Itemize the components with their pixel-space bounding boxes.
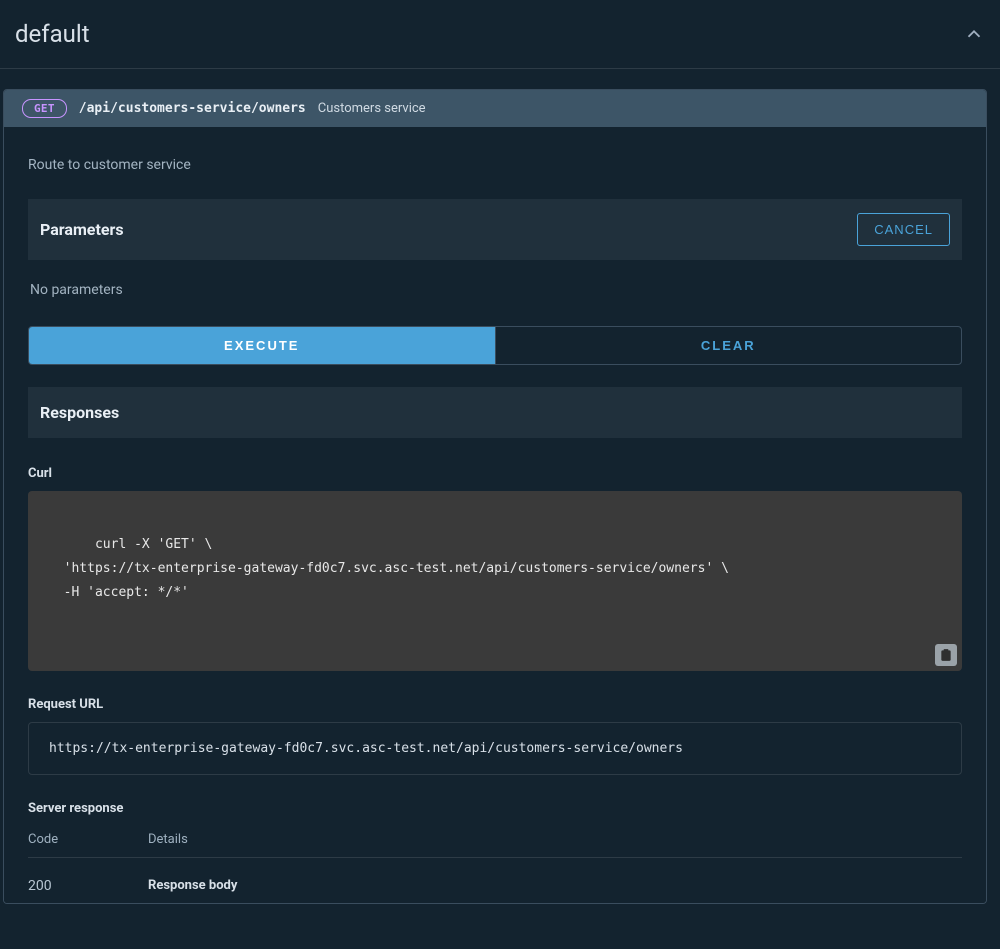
- action-row: EXECUTE CLEAR: [28, 326, 962, 365]
- endpoint-container: GET /api/customers-service/owners Custom…: [3, 89, 987, 904]
- curl-code-block: curl -X 'GET' \ 'https://tx-enterprise-g…: [28, 491, 962, 671]
- section-title: default: [15, 20, 90, 48]
- clipboard-icon: [939, 648, 953, 662]
- endpoint-note: Route to customer service: [28, 157, 962, 173]
- curl-command-text: curl -X 'GET' \ 'https://tx-enterprise-g…: [48, 537, 729, 600]
- chevron-up-icon: [963, 23, 985, 45]
- parameters-heading: Parameters: [40, 220, 124, 239]
- responses-heading: Responses: [40, 403, 950, 422]
- response-details: Response body: [148, 878, 962, 903]
- response-body-label: Response body: [148, 878, 962, 893]
- endpoint-summary: Customers service: [318, 101, 426, 116]
- parameters-panel: Parameters CANCEL: [28, 199, 962, 260]
- response-code: 200: [28, 878, 148, 903]
- response-row: 200 Response body: [28, 857, 962, 903]
- section-header[interactable]: default: [0, 0, 1000, 68]
- clear-button[interactable]: CLEAR: [495, 327, 962, 364]
- column-details: Details: [148, 832, 962, 847]
- column-code: Code: [28, 832, 148, 847]
- responses-panel: Responses: [28, 387, 962, 438]
- server-response-label: Server response: [28, 801, 962, 816]
- endpoint-path: /api/customers-service/owners: [79, 101, 306, 116]
- response-table: Code Details 200 Response body: [28, 826, 962, 903]
- divider: [0, 68, 1000, 69]
- endpoint-body: Route to customer service Parameters CAN…: [4, 127, 986, 903]
- copy-button[interactable]: [935, 644, 957, 666]
- curl-label: Curl: [28, 466, 962, 481]
- response-table-head: Code Details: [28, 826, 962, 857]
- method-badge: GET: [22, 99, 67, 118]
- request-url-value: https://tx-enterprise-gateway-fd0c7.svc.…: [28, 722, 962, 775]
- cancel-button[interactable]: CANCEL: [857, 213, 950, 246]
- no-parameters-message: No parameters: [28, 260, 962, 326]
- request-url-label: Request URL: [28, 697, 962, 712]
- execute-button[interactable]: EXECUTE: [29, 327, 495, 364]
- endpoint-header[interactable]: GET /api/customers-service/owners Custom…: [4, 90, 986, 127]
